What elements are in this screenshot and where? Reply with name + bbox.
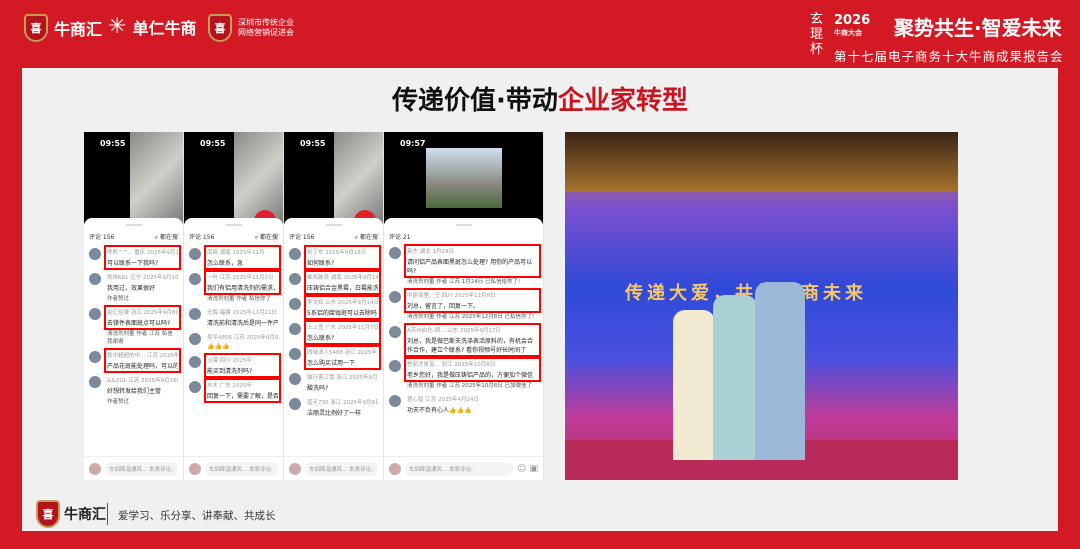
phone-screenshot: 09:57 评论 21 英杰 湖北 1月24日 请问铝产品表面黑斑怎么处理? 用你的产… — [384, 132, 544, 480]
danren-logo: ✳ 单仁牛商 — [108, 14, 197, 39]
divider — [107, 503, 108, 525]
avatar — [89, 376, 101, 388]
avatar — [289, 273, 301, 285]
avatar — [289, 323, 301, 335]
avatar — [189, 381, 201, 393]
comment-bar: 车间降温通风... 发表评论: — [284, 456, 383, 480]
comment: 西域浪人5468 浙江 2025年10 怎么购买试用一下 — [289, 345, 381, 370]
comment-input[interactable]: 车间降温通风... 发表评论: — [305, 461, 378, 476]
comment: &&ZGL 江苏 2025年9月16日 好想转发给我们主管 作者赞过 — [89, 376, 178, 405]
comment: 英杰 湖北 1月24日 请问铝产品表面黑斑怎么处理? 用你的产品可以吗? 清洗剂刘董… — [389, 244, 541, 285]
niushanghui-logo: 喜牛商汇 — [24, 14, 102, 42]
person — [673, 310, 715, 460]
person — [713, 295, 757, 460]
footer-logo: 喜牛商汇 — [36, 500, 106, 528]
comment: 蓝天730 浙江 2025年9月9日 洁丽灵比例好了一样 — [289, 398, 378, 417]
video-area: 09:57 — [384, 132, 543, 224]
event-photo: 传递大爱，共筑牛商未来 — [565, 132, 958, 480]
avatar — [389, 462, 401, 475]
comment: 刘丁东 2025年9月18日 如何联系? — [289, 245, 381, 270]
image-icon[interactable]: ▣ — [529, 464, 538, 474]
comment: 金亿佳弹 浙江 2025年9月8日 去镁件表面斑点可以吗? 清洗剂刘董 作者 江苏 … — [89, 305, 181, 345]
comment-input[interactable]: 车间降温通风... 发表评论: — [105, 461, 178, 476]
phone-screenshot: 09:55评论 156⌕ 都在搜熊熊^^... 重庆 2025年9月15日可以联… — [84, 132, 184, 480]
comment: 南商 湖南 2025年11月 怎么联系，急 — [189, 245, 281, 270]
comment-bar: 车间降温通风... 发表评论: ☺ ▣ — [384, 456, 543, 480]
comment: 沙漠 四川 2025年 能买到清洗剂吗? — [189, 353, 281, 378]
comment-input[interactable]: 车间降温通风... 发表评论: — [405, 461, 514, 476]
shield-icon: 喜 — [208, 14, 232, 42]
phone-screenshot: 09:55 评论 156 ⌕ 都在搜 刘丁东 2025年9月18日 如何联系? 乘风破浪 … — [284, 132, 384, 480]
page-title: 传递价值·带动企业家转型 — [392, 86, 688, 116]
avatar — [389, 326, 401, 338]
avatar — [189, 273, 201, 285]
avatar — [89, 462, 101, 475]
comment: 慧心智 江苏 2025年4月24日 功夫不负有心人👍👍👍 — [389, 395, 538, 414]
video-area: 09:55 — [184, 132, 283, 232]
avatar — [389, 360, 401, 372]
avatar — [89, 308, 101, 320]
person — [755, 282, 805, 460]
avatar — [289, 373, 301, 385]
comment: 吴平4856 江苏 2025年9月9日 👍👍👍 — [189, 333, 278, 350]
comment: 铁中超超的中... 江苏 2025年产品花斑能处理吗，可以的话， — [89, 348, 181, 373]
emoji-icon[interactable]: ☺ — [517, 464, 526, 474]
comment: 无悔 福建 2025年11月22日清洗前和清洗后是同一件产品吗 — [189, 308, 278, 327]
avatar — [389, 291, 401, 303]
event-title: 玄琨杯 2026 牛商大会 聚势共生·智爱未来 第十七届电子商务十大牛商成果报告会 — [810, 12, 1064, 64]
avatar — [389, 247, 401, 259]
comment: 乘风破浪 湖南 2025年9月14日压铸铝合金黑霉，白霉能洗掉吗 — [289, 270, 381, 295]
comment: 上上签 广东 2025年11月7日 怎么联系? — [289, 320, 381, 345]
avatar — [189, 333, 201, 345]
avatar — [189, 462, 201, 475]
avatar — [189, 308, 201, 320]
avatar — [89, 273, 101, 285]
comment: 熊熊^^... 重庆 2025年9月15日可以联系一下我吗? — [89, 245, 181, 270]
comment: 木木 广东 2025年回复一下，需要了解，是否清洗 — [189, 378, 281, 403]
avatar — [289, 462, 301, 475]
comment: 一叶 江苏 2025年11月2日我们有铝用清洗剂的需求，联系清洗剂刘董 作者 私… — [189, 270, 281, 302]
search-link[interactable]: ⌕ 都在搜 — [155, 232, 178, 242]
comment: 吴伟681 辽宁 2025年9月10日 我用过，效果很好 作者赞过 — [89, 273, 178, 302]
avatar — [89, 248, 101, 260]
comment-bar: 车间降温通风... 发表评论: — [184, 456, 283, 480]
search-link[interactable]: ⌕ 都在搜 — [255, 232, 278, 242]
video-area: 09:55 — [84, 132, 183, 224]
header: 喜牛商汇 ✳ 单仁牛商 喜深圳市传统企业 网络营销促进会 玄琨杯 2026 牛商大会 … — [0, 0, 1080, 64]
avatar — [189, 356, 201, 368]
motto: 爱学习、乐分享、讲奉献、共成长 — [118, 510, 276, 522]
comment: 誉丽才俊富... 浙江 2025年10月8日 老乡您好，我是做压铸铝产品的，方便加… — [389, 357, 541, 389]
comment: 独行客江雪 浙江 2025年9月10日酸洗吗? — [289, 373, 378, 392]
avatar — [189, 248, 201, 260]
comment-bar: 车间降温通风... 发表评论: — [84, 456, 183, 480]
search-link[interactable]: ⌕ 都在搜 — [355, 232, 378, 242]
phone-screenshot: 09:55 评论 156 ⌕ 都在搜 南商 湖南 2025年11月 怎么联系，急 一叶 江… — [184, 132, 284, 480]
avatar — [289, 248, 301, 260]
avatar — [389, 395, 401, 407]
shield-icon: 喜 — [24, 14, 48, 42]
avatar — [289, 398, 301, 410]
asterisk-icon: ✳ — [108, 14, 127, 39]
comment: 李文辉 山东 2025年9月14日 5系铝的腐蚀斑可以去除吗 — [289, 295, 381, 320]
avatar — [289, 298, 301, 310]
association-logo: 喜深圳市传统企业 网络营销促进会 — [208, 14, 294, 42]
video-area: 09:55 — [284, 132, 383, 232]
avatar — [289, 348, 301, 360]
comment: 中原佰里、王 四川 2025年12月8日 刘总，留言了，回复一下。 清洗剂刘董 作者… — [389, 288, 541, 320]
shield-icon: 喜 — [36, 500, 60, 528]
avatar — [89, 351, 101, 363]
comment-input[interactable]: 车间降温通风... 发表评论: — [205, 461, 278, 476]
comment: A苏州启化-周... 山东 2025年9月17日 刘总，我是做巴斯夫洗涤表活原料的… — [389, 323, 541, 357]
